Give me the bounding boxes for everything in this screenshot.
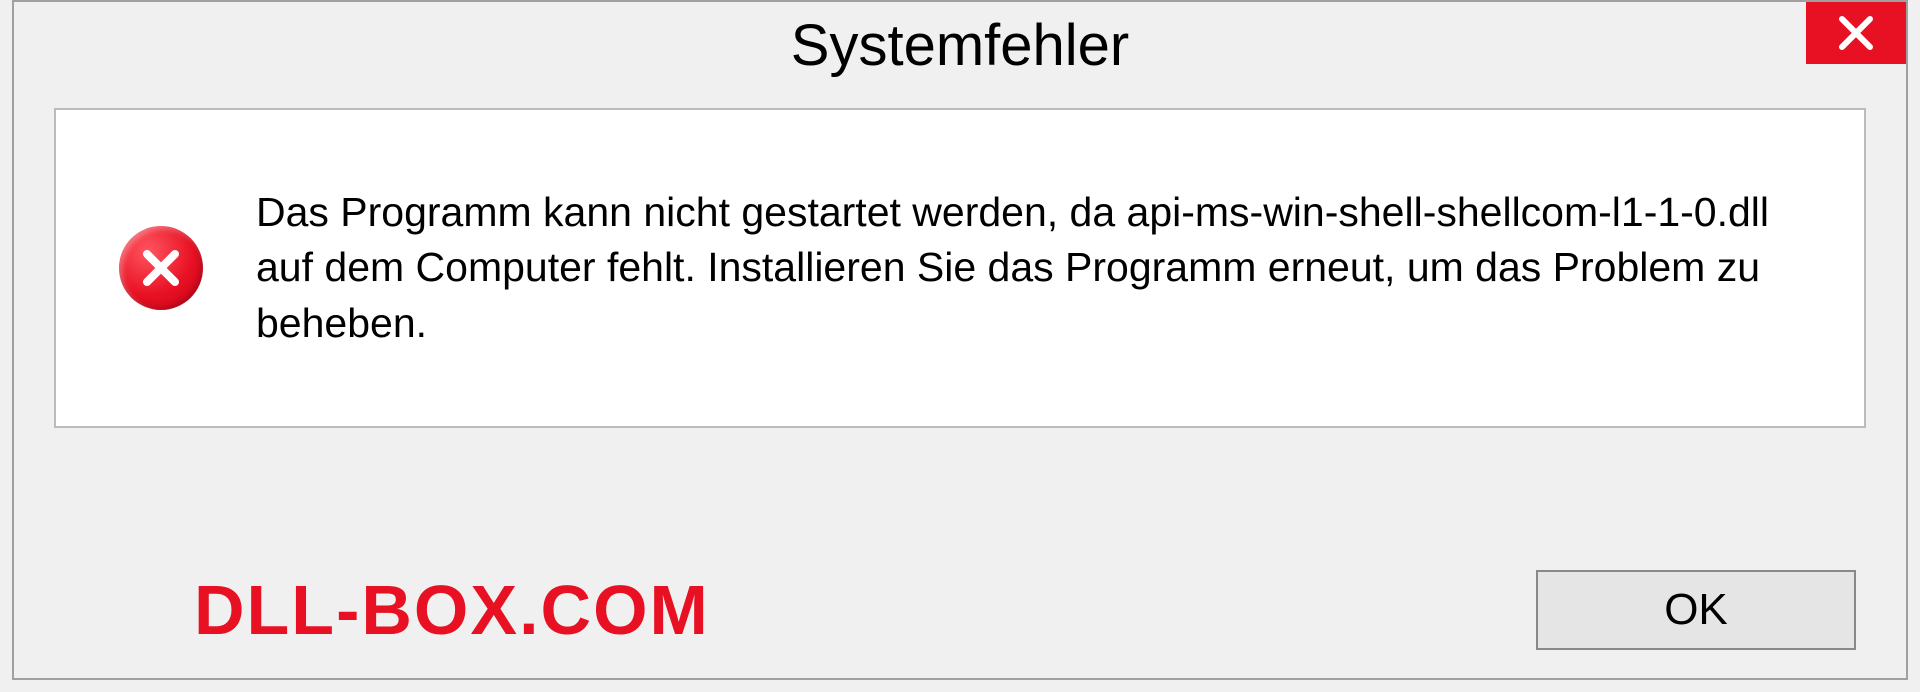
close-icon <box>1836 13 1876 53</box>
footer: DLL-BOX.COM OK <box>14 570 1906 650</box>
error-dialog: Systemfehler Das Programm kann nicht ges… <box>12 0 1908 680</box>
titlebar: Systemfehler <box>14 2 1906 92</box>
dialog-title: Systemfehler <box>791 12 1129 79</box>
x-icon <box>139 246 183 290</box>
watermark-text: DLL-BOX.COM <box>194 570 710 650</box>
error-icon-wrap <box>116 223 206 313</box>
ok-button[interactable]: OK <box>1536 570 1856 650</box>
error-message: Das Programm kann nicht gestartet werden… <box>256 185 1814 351</box>
error-icon <box>119 226 203 310</box>
close-button[interactable] <box>1806 2 1906 64</box>
content-panel: Das Programm kann nicht gestartet werden… <box>54 108 1866 428</box>
